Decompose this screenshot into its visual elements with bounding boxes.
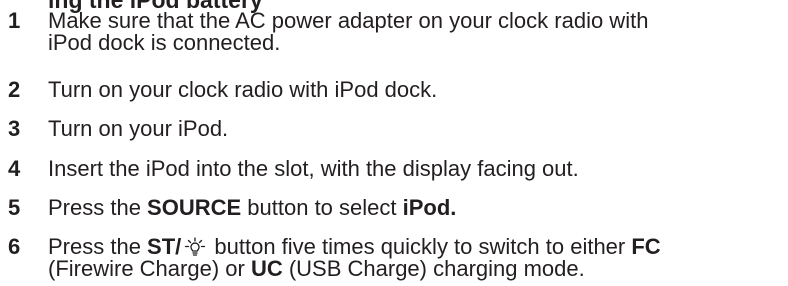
step-text-part: button to select xyxy=(241,195,403,220)
uc-mode-label: UC xyxy=(250,256,283,281)
step-text: Press the SOURCE button to select iPod. xyxy=(48,197,786,219)
step-text: Turn on your clock radio with iPod dock. xyxy=(48,77,438,102)
step-text-part: (Firewire Charge) or xyxy=(48,256,251,281)
step-number: 1 xyxy=(8,8,21,33)
step-text: Turn on your iPod. xyxy=(48,116,229,141)
step-text-line2: (Firewire Charge) or UC (USB Charge) cha… xyxy=(48,258,786,280)
step-text-part: Press the xyxy=(48,195,148,220)
source-button-label: SOURCE xyxy=(147,195,242,220)
step-text-line2: iPod dock is connected. xyxy=(48,30,281,55)
step-number: 2 xyxy=(8,77,21,102)
step-text: Insert the iPod into the slot, with the … xyxy=(48,156,579,181)
fc-mode-label: FC xyxy=(631,234,661,259)
step-number: 6 xyxy=(8,234,21,259)
step-text: Make sure that the AC power adapter on y… xyxy=(48,10,786,54)
step-number: 3 xyxy=(8,116,21,141)
step-number: 4 xyxy=(8,156,21,181)
brightness-icon xyxy=(185,237,206,256)
step-text: Press the ST/ button five times quickly … xyxy=(48,236,786,280)
step-number: 5 xyxy=(8,195,21,220)
step-text-part: (USB Charge) charging mode. xyxy=(282,256,585,281)
ipod-source-label: iPod. xyxy=(402,195,457,220)
